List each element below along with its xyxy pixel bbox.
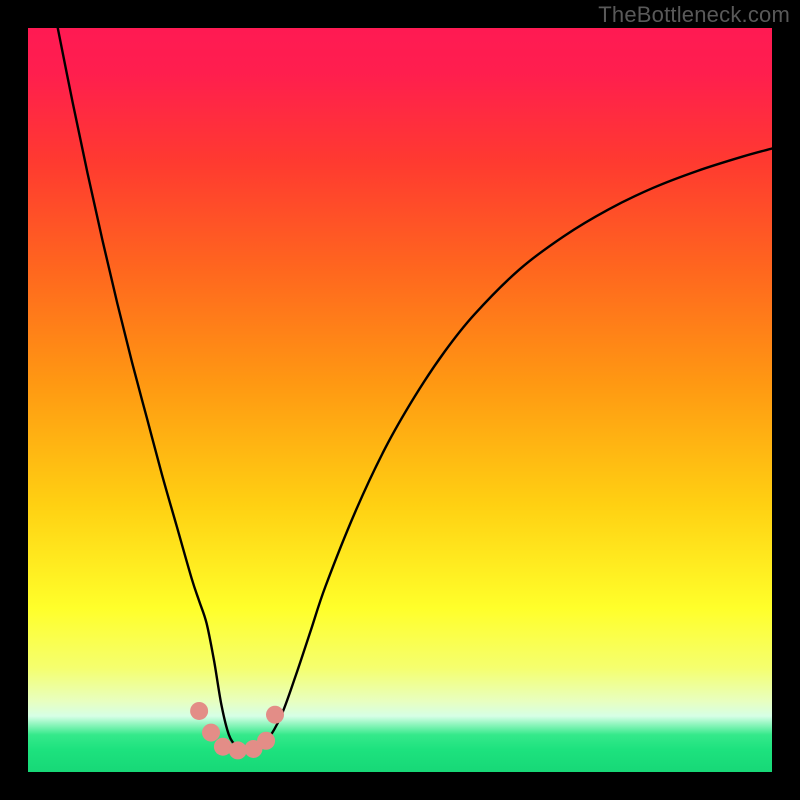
highlight-dot [266, 706, 284, 724]
highlight-dot [190, 702, 208, 720]
watermark-label: TheBottleneck.com [598, 2, 790, 28]
highlight-dot [229, 741, 247, 759]
highlight-dot [202, 724, 220, 742]
plot-area [28, 28, 772, 772]
gradient-background [28, 28, 772, 772]
chart-frame: TheBottleneck.com [0, 0, 800, 800]
highlight-dot [257, 732, 275, 750]
plot-svg [28, 28, 772, 772]
